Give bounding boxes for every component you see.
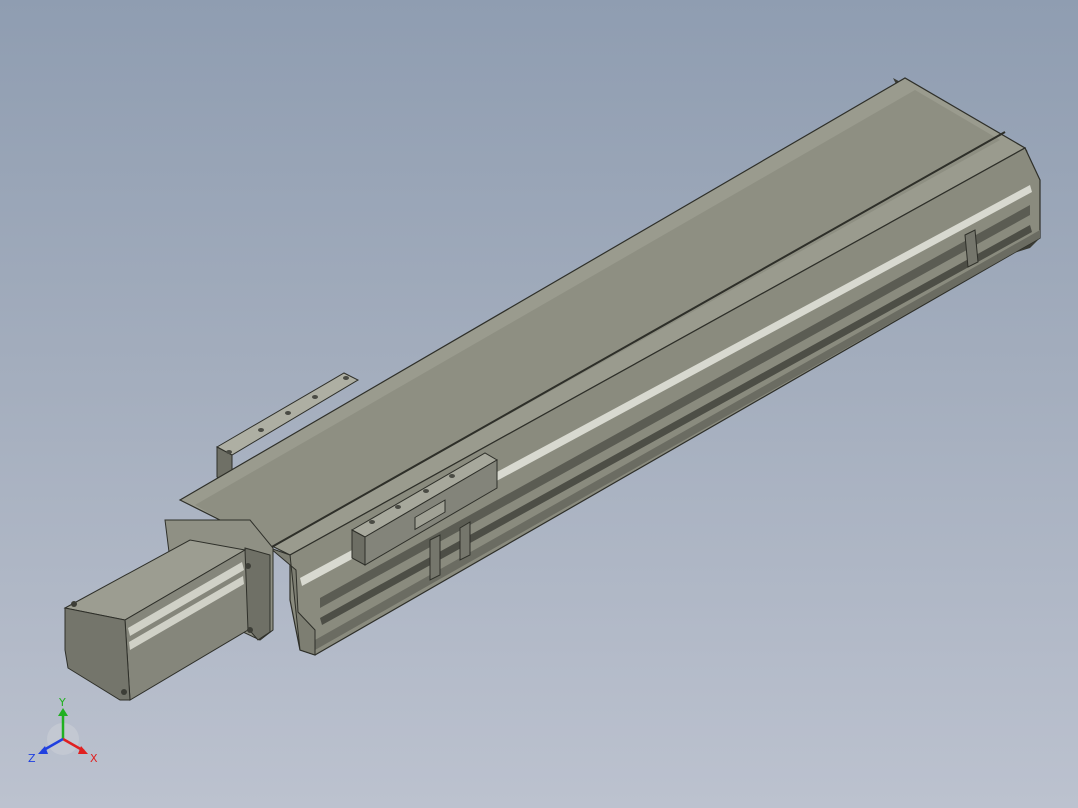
y-axis-head [58,708,68,716]
linear-actuator-model[interactable] [0,0,1078,808]
coordinate-triad[interactable]: Y X Z [22,690,112,770]
top-seam [269,131,1006,549]
z-axis-label: Z [28,752,36,765]
motor-flange-face [244,547,271,641]
y-axis-label: Y [58,696,66,709]
cad-viewport[interactable]: Y X Z [0,0,1078,808]
x-axis-label: X [90,752,98,765]
motor-face [64,607,131,701]
